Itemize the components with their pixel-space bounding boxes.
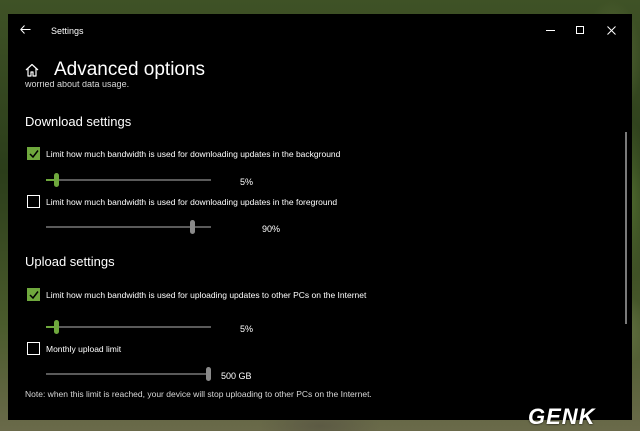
watermark-logo: GENK xyxy=(528,404,596,429)
monthly-limit-value: 500 GB xyxy=(221,371,252,381)
window-title: Settings xyxy=(51,26,84,36)
monthly-limit-label: Monthly upload limit xyxy=(46,344,122,354)
slider-track xyxy=(46,226,211,228)
checkmark-icon xyxy=(29,150,39,159)
foreground-limit-label: Limit how much bandwidth is used for dow… xyxy=(46,197,338,207)
background-limit-slider[interactable] xyxy=(46,173,211,187)
clipped-description-text: worried about data usage. xyxy=(25,81,130,89)
monthly-limit-checkbox[interactable] xyxy=(27,342,40,355)
slider-thumb[interactable] xyxy=(206,367,211,381)
foreground-limit-slider[interactable] xyxy=(46,220,211,234)
clipped-description: worried about data usage. xyxy=(25,81,129,90)
maximize-icon xyxy=(576,26,584,35)
settings-window: Settings Advanced options worried about … xyxy=(8,14,632,420)
foreground-limit-value: 90% xyxy=(262,224,281,234)
close-button[interactable] xyxy=(597,21,625,41)
monthly-limit-row[interactable]: Monthly upload limit xyxy=(27,342,227,356)
upload-limit-value: 5% xyxy=(240,324,254,334)
slider-fill xyxy=(46,179,54,181)
slider-fill xyxy=(46,326,54,328)
upload-limit-slider[interactable] xyxy=(46,320,211,334)
scrollbar[interactable] xyxy=(625,132,627,324)
background-limit-label: Limit how much bandwidth is used for dow… xyxy=(46,149,341,159)
upload-limit-checkbox[interactable] xyxy=(27,288,40,301)
minimize-icon xyxy=(545,29,555,31)
background-limit-row[interactable]: Limit how much bandwidth is used for dow… xyxy=(27,147,407,161)
back-button[interactable] xyxy=(14,19,36,41)
slider-thumb[interactable] xyxy=(54,320,59,334)
upload-limit-note: Note: when this limit is reached, your d… xyxy=(25,389,372,399)
slider-track xyxy=(46,326,211,328)
slider-thumb[interactable] xyxy=(190,220,195,234)
download-settings-heading: Download settings xyxy=(25,114,132,129)
home-icon[interactable] xyxy=(24,62,40,78)
background-limit-checkbox[interactable] xyxy=(27,147,40,160)
back-arrow-icon xyxy=(19,25,30,34)
upload-limit-label: Limit how much bandwidth is used for upl… xyxy=(46,290,367,300)
page-title: Advanced options xyxy=(54,59,206,80)
foreground-limit-checkbox[interactable] xyxy=(27,195,40,208)
slider-thumb[interactable] xyxy=(54,173,59,187)
background-limit-value: 5% xyxy=(240,177,254,187)
slider-track xyxy=(46,179,211,181)
checkmark-icon xyxy=(29,291,39,300)
monthly-limit-slider[interactable] xyxy=(46,367,211,381)
maximize-button[interactable] xyxy=(566,21,594,41)
upload-limit-row[interactable]: Limit how much bandwidth is used for upl… xyxy=(27,288,407,314)
upload-settings-heading: Upload settings xyxy=(25,254,115,269)
slider-track xyxy=(46,373,211,375)
title-bar: Settings xyxy=(8,14,632,48)
close-icon xyxy=(606,26,616,35)
foreground-limit-row[interactable]: Limit how much bandwidth is used for dow… xyxy=(27,195,407,209)
minimize-button[interactable] xyxy=(536,21,564,41)
